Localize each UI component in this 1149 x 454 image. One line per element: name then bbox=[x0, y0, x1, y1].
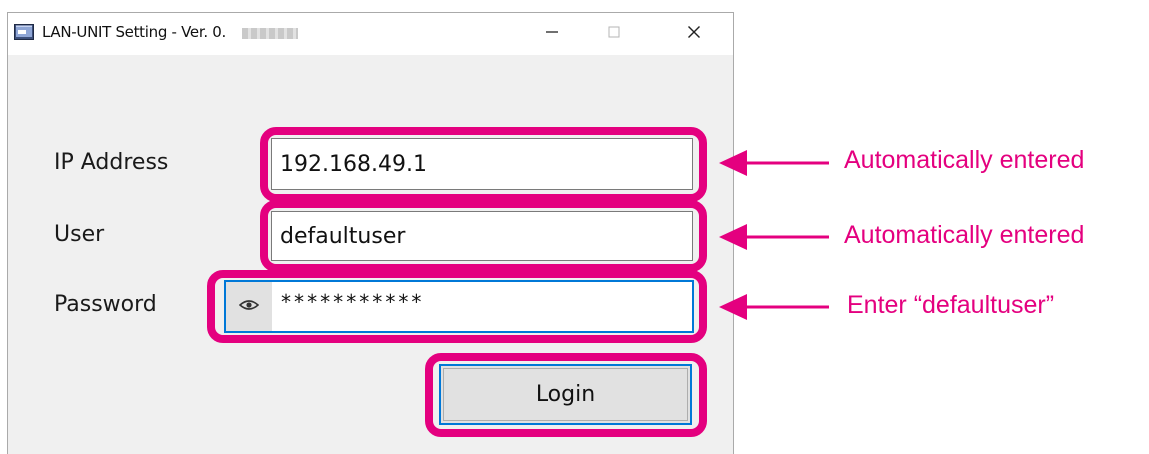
user-arrowhead bbox=[719, 224, 747, 250]
screenshot-stage: LAN-UNIT Setting - Ver. 0. IP Address Us… bbox=[0, 0, 1149, 454]
ip-annotation: Automatically entered bbox=[844, 146, 1085, 174]
password-arrowhead bbox=[719, 294, 747, 320]
password-annotation: Enter “defaultuser” bbox=[847, 291, 1055, 319]
user-annotation: Automatically entered bbox=[844, 221, 1085, 249]
ip-arrowhead bbox=[719, 150, 747, 176]
